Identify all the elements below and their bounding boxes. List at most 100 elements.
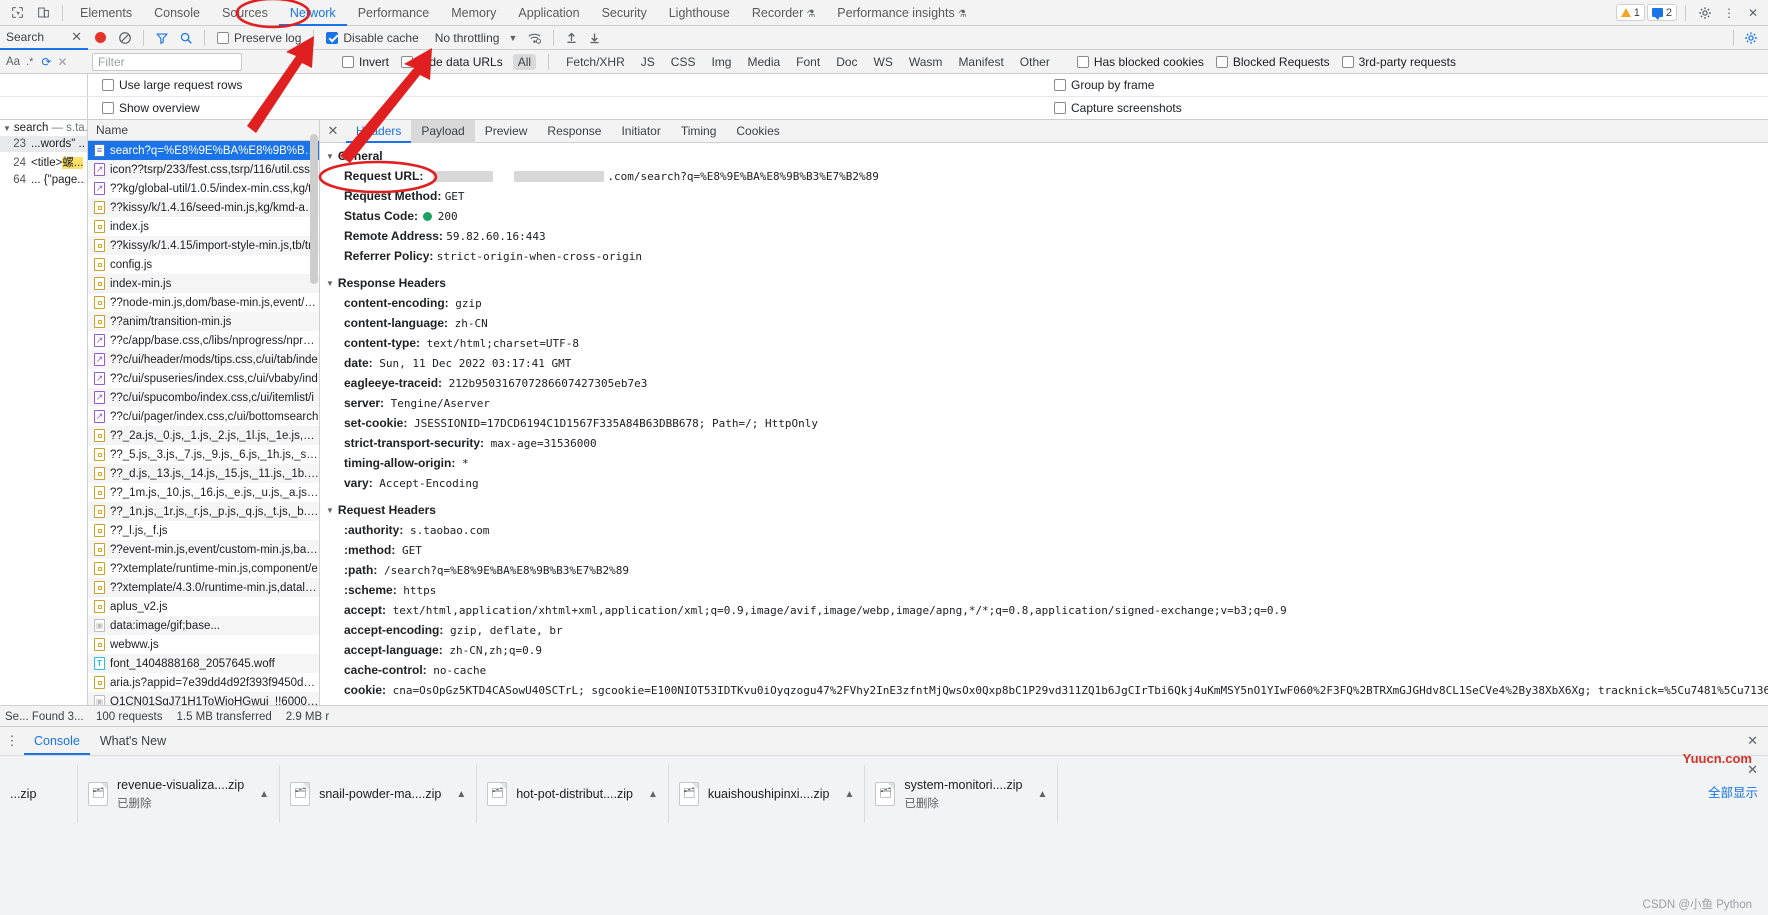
table-row[interactable]: ??xtemplate/runtime-min.js,component/e bbox=[88, 559, 319, 578]
search-result-row[interactable]: 23 ...words" ... bbox=[0, 136, 87, 152]
search-result-row[interactable]: 64 ... {"page... bbox=[0, 172, 87, 188]
device-toolbar-icon[interactable] bbox=[30, 0, 56, 26]
request-column-header[interactable]: Name bbox=[88, 120, 319, 141]
type-filter-doc[interactable]: Doc bbox=[831, 54, 862, 70]
chevron-up-icon[interactable]: ▲ bbox=[1037, 789, 1047, 800]
show-overview-checkbox[interactable]: Show overview bbox=[102, 101, 200, 115]
response-headers-section-title[interactable]: ▼ Response Headers bbox=[320, 273, 1768, 293]
table-row[interactable]: ??_5.js,_3.js,_7.js,_9.js,_6.js,_1h.js,_… bbox=[88, 445, 319, 464]
detail-close-icon[interactable]: ✕ bbox=[320, 123, 346, 139]
tab-application[interactable]: Application bbox=[507, 0, 590, 26]
drawer-close-icon[interactable]: ✕ bbox=[1747, 733, 1768, 749]
hide-data-urls-checkbox[interactable]: Hide data URLs bbox=[401, 55, 503, 69]
type-filter-js[interactable]: JS bbox=[636, 54, 660, 70]
scrollbar-thumb[interactable] bbox=[310, 134, 318, 284]
request-list-scrollbar[interactable] bbox=[308, 120, 319, 705]
tab-elements[interactable]: Elements bbox=[69, 0, 143, 26]
export-har-icon[interactable] bbox=[588, 31, 601, 45]
table-row[interactable]: ??c/ui/spuseries/index.css,c/ui/vbaby/in… bbox=[88, 369, 319, 388]
tab-console[interactable]: Console bbox=[143, 0, 211, 26]
tab-sources[interactable]: Sources bbox=[211, 0, 279, 26]
detail-tab-timing[interactable]: Timing bbox=[671, 120, 727, 143]
search-icon[interactable] bbox=[179, 31, 193, 45]
table-row[interactable]: ??_l.js,_f.js bbox=[88, 521, 319, 540]
import-har-icon[interactable] bbox=[565, 31, 578, 45]
general-section-title[interactable]: ▼ General bbox=[320, 146, 1768, 166]
download-item[interactable]: ...zip bbox=[0, 765, 78, 823]
type-filter-font[interactable]: Font bbox=[791, 54, 825, 70]
network-conditions-icon[interactable] bbox=[527, 31, 542, 45]
table-row[interactable]: ??_2a.js,_0.js,_1.js,_2.js,_1l.js,_1e.js… bbox=[88, 426, 319, 445]
download-item[interactable]: hot-pot-distribut....zip ▲ bbox=[477, 765, 669, 823]
tab-recorder[interactable]: Recorder ⚗ bbox=[741, 0, 826, 26]
table-row[interactable]: ??xtemplate/4.3.0/runtime-min.js,datalaz… bbox=[88, 578, 319, 597]
filter-icon[interactable] bbox=[155, 31, 169, 45]
table-row[interactable]: ??kissy/k/1.4.16/seed-min.js,kg/kmd-ada. bbox=[88, 198, 319, 217]
tab-memory[interactable]: Memory bbox=[440, 0, 507, 26]
type-filter-css[interactable]: CSS bbox=[666, 54, 701, 70]
throttling-select[interactable]: No throttling bbox=[435, 31, 500, 45]
table-row[interactable]: ??c/ui/pager/index.css,c/ui/bottomsearch bbox=[88, 407, 319, 426]
show-all-downloads-link[interactable]: 全部显示 bbox=[1708, 782, 1758, 801]
table-row[interactable]: data:image/gif;base... bbox=[88, 616, 319, 635]
gear-icon[interactable] bbox=[1694, 2, 1716, 24]
warning-count-badge[interactable]: 1 bbox=[1615, 4, 1645, 21]
invert-checkbox[interactable]: Invert bbox=[342, 55, 389, 69]
table-row[interactable]: icon??tsrp/233/fest.css,tsrp/116/util.cs… bbox=[88, 160, 319, 179]
search-panel-close-icon[interactable]: ✕ bbox=[71, 29, 82, 45]
use-large-request-rows-checkbox[interactable]: Use large request rows bbox=[102, 78, 242, 92]
drawer-tab-console[interactable]: Console bbox=[24, 727, 90, 755]
has-blocked-cookies-checkbox[interactable]: Has blocked cookies bbox=[1076, 55, 1204, 69]
third-party-requests-checkbox[interactable]: 3rd-party requests bbox=[1341, 55, 1456, 69]
detail-tab-cookies[interactable]: Cookies bbox=[726, 120, 789, 143]
request-list[interactable]: search?q=%E8%9E%BA%E8%9B%B3%E7... icon??t… bbox=[88, 141, 319, 705]
search-result-group[interactable]: ▼ search — s.ta... bbox=[0, 120, 94, 136]
table-row[interactable]: index.js bbox=[88, 217, 319, 236]
close-icon[interactable]: ✕ bbox=[1742, 2, 1764, 24]
table-row[interactable]: ??node-min.js,dom/base-min.js,event/do. bbox=[88, 293, 319, 312]
chevron-up-icon[interactable]: ▲ bbox=[456, 789, 466, 800]
table-row[interactable]: ??kissy/k/1.4.15/import-style-min.js,tb/… bbox=[88, 236, 319, 255]
table-row[interactable]: ??c/ui/spucombo/index.css,c/ui/itemlist/… bbox=[88, 388, 319, 407]
tab-performance-insights[interactable]: Performance insights ⚗ bbox=[826, 0, 977, 26]
detail-tab-response[interactable]: Response bbox=[537, 120, 611, 143]
table-row[interactable]: ??anim/transition-min.js bbox=[88, 312, 319, 331]
type-filter-other[interactable]: Other bbox=[1015, 54, 1055, 70]
download-item[interactable]: snail-powder-ma....zip ▲ bbox=[280, 765, 478, 823]
blocked-requests-checkbox[interactable]: Blocked Requests bbox=[1215, 55, 1330, 69]
table-row[interactable]: config.js bbox=[88, 255, 319, 274]
tab-performance[interactable]: Performance bbox=[347, 0, 441, 26]
record-button[interactable] bbox=[95, 32, 106, 43]
chevron-down-icon[interactable]: ▼ bbox=[508, 33, 517, 43]
clear-requests-icon[interactable] bbox=[118, 31, 132, 45]
refresh-icon[interactable]: ⟳ bbox=[41, 55, 51, 69]
drawer-kebab-menu-icon[interactable]: ⋮ bbox=[0, 733, 24, 749]
detail-tab-payload[interactable]: Payload bbox=[411, 119, 475, 143]
detail-tab-headers[interactable]: Headers bbox=[346, 120, 411, 143]
table-row[interactable]: search?q=%E8%9E%BA%E8%9B%B3%E7... bbox=[88, 141, 319, 160]
chevron-up-icon[interactable]: ▲ bbox=[259, 789, 269, 800]
type-filter-ws[interactable]: WS bbox=[869, 54, 898, 70]
regex-icon[interactable]: .* bbox=[26, 56, 33, 68]
table-row[interactable]: ??_d.js,_13.js,_14.js,_15.js,_11.js,_1b.… bbox=[88, 464, 319, 483]
network-settings-gear-icon[interactable] bbox=[1740, 27, 1762, 49]
drawer-tab-whats-new[interactable]: What's New bbox=[90, 727, 176, 755]
chevron-up-icon[interactable]: ▲ bbox=[648, 789, 658, 800]
download-item[interactable]: revenue-visualiza....zip 已删除 ▲ bbox=[78, 765, 281, 823]
type-filter-all[interactable]: All bbox=[512, 53, 537, 70]
inspect-element-icon[interactable] bbox=[4, 0, 30, 26]
tab-lighthouse[interactable]: Lighthouse bbox=[658, 0, 741, 26]
table-row[interactable]: webww.js bbox=[88, 635, 319, 654]
table-row[interactable]: aplus_v2.js bbox=[88, 597, 319, 616]
table-row[interactable]: font_1404888168_2057645.woff bbox=[88, 654, 319, 673]
table-row[interactable]: aria.js?appid=7e39dd4d92f393f9450d8fc. bbox=[88, 673, 319, 692]
type-filter-img[interactable]: Img bbox=[706, 54, 736, 70]
download-item[interactable]: kuaishoushipinxi....zip ▲ bbox=[669, 765, 866, 823]
tab-security[interactable]: Security bbox=[591, 0, 658, 26]
chevron-up-icon[interactable]: ▲ bbox=[844, 789, 854, 800]
kebab-menu-icon[interactable]: ⋮ bbox=[1718, 2, 1740, 24]
message-count-badge[interactable]: 2 bbox=[1646, 4, 1677, 21]
capture-screenshots-checkbox[interactable]: Capture screenshots bbox=[1054, 101, 1182, 115]
search-clear-icon[interactable]: ✕ bbox=[57, 55, 67, 69]
type-filter-fetch-xhr[interactable]: Fetch/XHR bbox=[561, 54, 630, 70]
